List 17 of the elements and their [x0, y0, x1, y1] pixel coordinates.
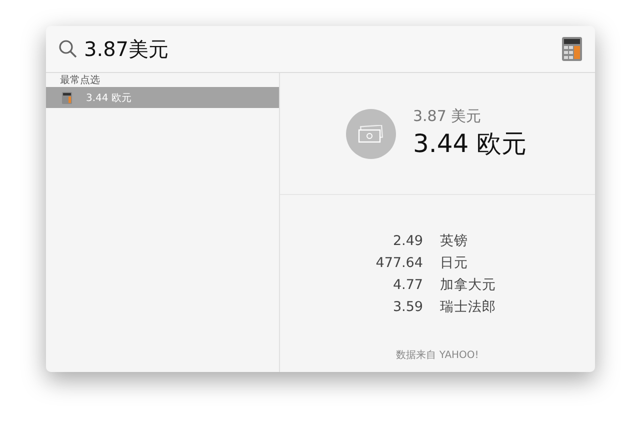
converted-amount: 3.44 欧元 — [413, 128, 527, 160]
rate-amount: 477.64 — [374, 254, 423, 273]
calculator-icon — [62, 92, 72, 104]
banknote-icon — [346, 108, 396, 158]
currency-name: 加拿大元 — [440, 276, 497, 295]
currency-name: 日元 — [440, 254, 469, 273]
rate-amount: 4.77 — [392, 276, 423, 295]
data-source-note: 数据来自 YAHOO! — [395, 348, 480, 362]
section-header: 最常点选 — [59, 74, 101, 87]
rate-amount: 3.59 — [392, 298, 423, 317]
search-field[interactable]: 3.87美元 — [84, 37, 555, 61]
calculator-icon — [561, 36, 583, 62]
rate-amount: 2.49 — [392, 232, 423, 251]
search-icon — [58, 39, 78, 59]
source-amount: 3.87 美元 — [413, 107, 482, 126]
currency-name: 英镑 — [440, 232, 469, 251]
currency-name: 瑞士法郎 — [440, 298, 497, 317]
